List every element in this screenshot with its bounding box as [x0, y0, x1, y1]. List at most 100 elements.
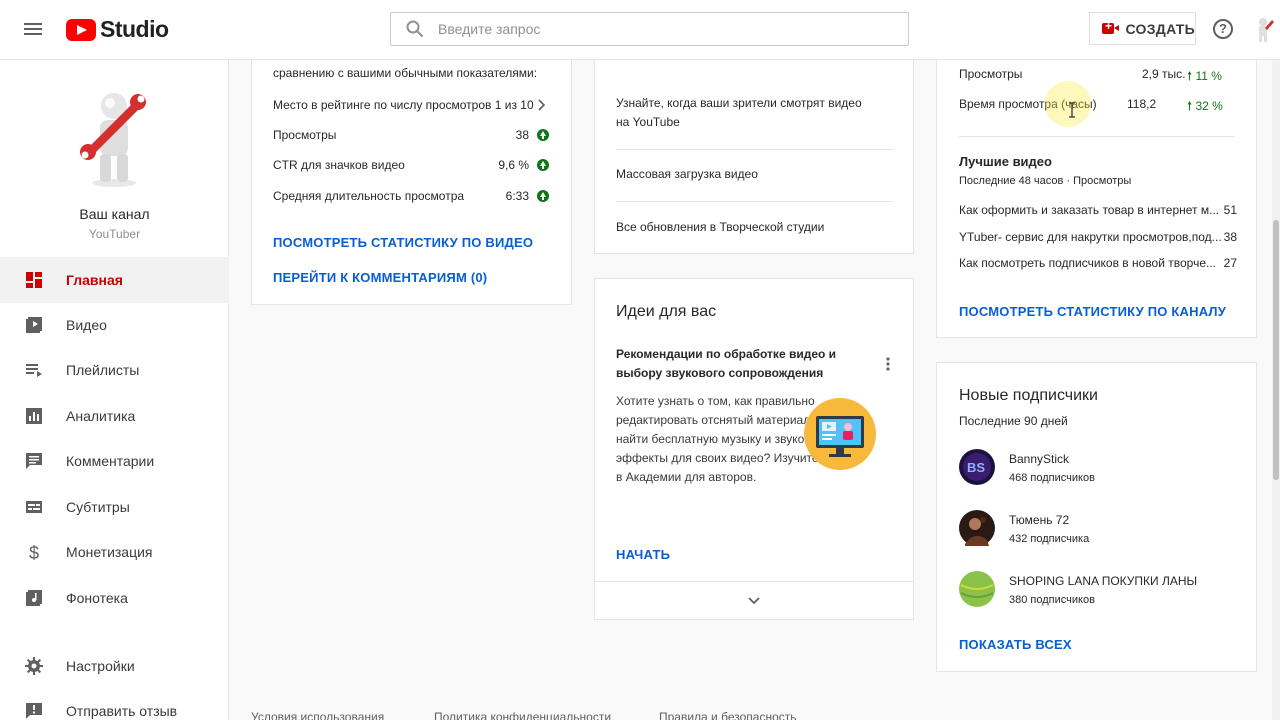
sidebar-item-subtitles[interactable]: Субтитры: [0, 484, 229, 530]
subscribers-subtitle: Последние 90 дней: [959, 414, 1068, 428]
scrollbar-thumb[interactable]: [1273, 220, 1279, 480]
sidebar-item-monetization[interactable]: $ Монетизация: [0, 529, 229, 575]
video-library-icon: [26, 317, 42, 333]
search-input[interactable]: [438, 21, 858, 37]
footer-policy-link[interactable]: Правила и безопасность: [659, 710, 797, 720]
video-editing-illustration-icon: [804, 398, 876, 470]
hamburger-menu-icon[interactable]: [22, 20, 44, 40]
subscribers-title: Новые подписчики: [959, 387, 1098, 404]
comments-link[interactable]: ПЕРЕЙТИ К КОММЕНТАРИЯМ (0): [273, 270, 487, 285]
sidebar-item-feedback[interactable]: Отправить отзыв: [0, 688, 229, 720]
analytics-label: Просмотры: [959, 67, 1023, 81]
subscriber-avatar[interactable]: [959, 571, 995, 607]
divider: [616, 149, 893, 150]
divider: [595, 581, 913, 582]
chevron-down-icon[interactable]: [748, 597, 760, 605]
create-video-icon: [1102, 19, 1121, 34]
dashboard-icon: [26, 272, 42, 288]
feedback-icon: [26, 703, 42, 719]
metric-value: 9,6 %: [498, 158, 529, 172]
analytics-value: 2,9 тыс.: [1142, 67, 1186, 81]
playlist-icon: [26, 364, 42, 377]
arrow-up-icon: [537, 129, 549, 141]
more-options-icon[interactable]: [886, 357, 890, 371]
video-stats-link[interactable]: ПОСМОТРЕТЬ СТАТИСТИКУ ПО ВИДЕО: [273, 235, 533, 250]
subscriber-name[interactable]: BannyStick: [1009, 452, 1069, 466]
metric-row: Просмотры 38: [273, 128, 549, 142]
account-avatar-icon[interactable]: [1250, 16, 1276, 42]
top-videos-subtitle: Последние 48 часов · Просмотры: [959, 175, 1132, 187]
rank-row[interactable]: Место в рейтинге по числу просмотров 1 и…: [273, 98, 563, 112]
create-button[interactable]: СОЗДАТЬ: [1089, 12, 1196, 45]
show-all-subscribers-link[interactable]: ПОКАЗАТЬ ВСЕХ: [959, 637, 1072, 652]
footer-terms-link[interactable]: Условия использования: [251, 710, 384, 720]
sidebar-item-dashboard[interactable]: Главная: [0, 257, 229, 303]
svg-text:BS: BS: [967, 460, 985, 475]
subscriber-count: 468 подписчиков: [1009, 472, 1095, 484]
new-subscribers-card: Новые подписчики Последние 90 дней BS Ba…: [936, 362, 1257, 672]
arrow-up-icon: [537, 159, 549, 171]
top-video-row[interactable]: Как посмотреть подписчиков в новой творч…: [959, 256, 1237, 270]
sidebar-item-settings[interactable]: Настройки: [0, 643, 229, 689]
sidebar-item-videos[interactable]: Видео: [0, 302, 229, 348]
comparison-intro: сравнению с вашими обычными показателями…: [273, 66, 538, 80]
subscriber-avatar[interactable]: BS: [959, 449, 995, 485]
sidebar-item-playlists[interactable]: Плейлисты: [0, 347, 229, 393]
news-item[interactable]: Массовая загрузка видео: [616, 167, 758, 181]
idea-subtitle: Рекомендации по обработке видео и выбору…: [616, 347, 837, 380]
svg-text:$: $: [29, 543, 39, 561]
search-box[interactable]: [390, 12, 909, 46]
news-item[interactable]: Узнайте, когда ваши зрители смотрят виде…: [616, 94, 876, 132]
top-bar: Studio СОЗДАТЬ ?: [0, 0, 1280, 60]
start-button[interactable]: НАЧАТЬ: [616, 547, 670, 562]
top-video-views: 38: [1223, 230, 1237, 244]
subscriber-avatar[interactable]: [959, 510, 995, 546]
help-icon[interactable]: ?: [1213, 19, 1233, 39]
footer-privacy-link[interactable]: Политика конфиденциальности: [434, 710, 611, 720]
channel-stats-link[interactable]: ПОСМОТРЕТЬ СТАТИСТИКУ ПО КАНАЛУ: [959, 304, 1226, 319]
subscriber-name[interactable]: Тюмень 72: [1009, 513, 1069, 527]
arrow-up-icon: [537, 190, 549, 202]
metric-row: Средняя длительность просмотра 6:33: [273, 189, 549, 203]
subscriber-name[interactable]: SHOPING LANA ПОКУПКИ ЛАНЫ: [1009, 574, 1197, 588]
analytics-value: 118,2: [1127, 97, 1157, 111]
channel-name[interactable]: Ваш канал: [0, 206, 229, 222]
sidebar-item-comments[interactable]: Комментарии: [0, 438, 229, 484]
youtube-play-icon: [66, 18, 96, 41]
analytics-change: 🠕 11 %: [1187, 69, 1222, 83]
top-video-row[interactable]: Как оформить и заказать товар в интернет…: [959, 203, 1237, 217]
channel-avatar[interactable]: [78, 88, 154, 188]
divider: [959, 136, 1235, 137]
audio-library-icon: [26, 590, 42, 606]
divider: [616, 201, 893, 202]
ideas-card: Идеи для вас Рекомендации по обработке в…: [594, 278, 914, 620]
subtitles-icon: [26, 501, 42, 513]
top-video-views: 51: [1223, 203, 1237, 217]
news-item[interactable]: Все обновления в Творческой студии: [616, 220, 824, 234]
dollar-icon: $: [29, 543, 39, 561]
sidebar-item-audio-library[interactable]: Фонотека: [0, 575, 229, 621]
sidebar-item-analytics[interactable]: Аналитика: [0, 393, 229, 439]
arrow-up-icon: 🠕: [1187, 99, 1193, 113]
gear-icon: [25, 657, 43, 675]
metric-row: CTR для значков видео 9,6 %: [273, 158, 549, 172]
arrow-up-icon: 🠕: [1187, 69, 1193, 83]
studio-logo[interactable]: Studio: [66, 16, 169, 43]
scrollbar-track[interactable]: [1272, 60, 1280, 720]
sidebar: Ваш канал YouTuber Главная Видео Плейлис…: [0, 60, 229, 720]
metric-value: 38: [515, 128, 529, 142]
analytics-icon: [26, 408, 42, 424]
top-videos-title: Лучшие видео: [959, 154, 1052, 169]
ideas-title: Идеи для вас: [616, 303, 717, 320]
text-cursor-icon: [1069, 102, 1075, 118]
channel-subtitle: YouTuber: [88, 227, 141, 241]
subscriber-count: 432 подписчика: [1009, 533, 1090, 545]
news-card: Узнайте, когда ваши зрители смотрят виде…: [594, 58, 914, 254]
channel-analytics-card: Просмотры 2,9 тыс. 🠕 11 % Время просмотр…: [936, 58, 1257, 338]
chevron-right-icon: [538, 99, 546, 111]
metric-value: 6:33: [505, 189, 529, 203]
top-video-views: 27: [1223, 256, 1237, 270]
subscriber-count: 380 подписчиков: [1009, 594, 1095, 606]
analytics-change: 🠕 32 %: [1187, 99, 1223, 113]
top-video-row[interactable]: YTuber- сервис для накрутки просмотров,п…: [959, 230, 1237, 244]
